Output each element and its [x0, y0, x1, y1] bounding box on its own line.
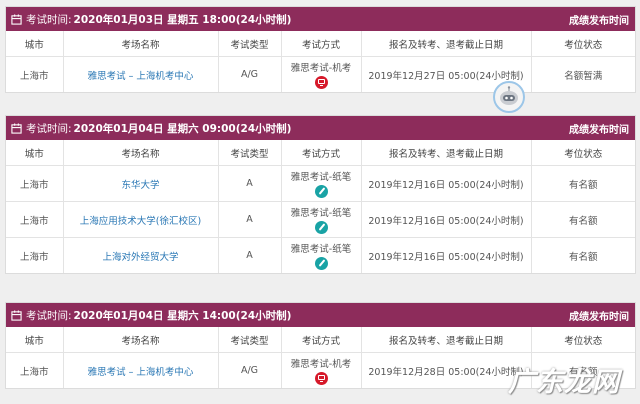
exam-session-1: 考试时间: 2020年01月03日 星期五 18:00(24小时制) 成绩发布时…: [5, 6, 636, 93]
result-release-link[interactable]: 成绩发布时间: [569, 308, 629, 323]
table-header-row: 城市 考场名称 考试类型 考试方式 报名及转考、退考截止日期 考位状态: [6, 327, 635, 353]
col-type: 考试类型: [218, 327, 282, 353]
deadline-cell: 2019年12月16日 05:00(24小时制): [361, 237, 532, 273]
status-cell: 有名额: [531, 201, 635, 238]
col-type: 考试类型: [218, 140, 282, 166]
status-cell: 有名额: [568, 251, 598, 263]
city-cell: 上海市: [6, 201, 64, 238]
session-table: 城市 考场名称 考试类型 考试方式 报名及转考、退考截止日期 考位状态 上海市 …: [6, 140, 635, 273]
exam-session-2: 考试时间: 2020年01月04日 星期六 09:00(24小时制) 成绩发布时…: [5, 115, 636, 274]
computer-icon: [314, 75, 328, 89]
mode-text: 雅思考试-纸笔: [290, 171, 352, 183]
col-status: 考位状态: [531, 140, 635, 166]
table-row: 上海市 上海应用技术大学(徐汇校区) A 雅思考试-纸笔 2019年12月16日…: [6, 201, 635, 238]
col-city: 城市: [6, 327, 64, 353]
table-row: 上海市 雅思考试 – 上海机考中心 A/G 雅思考试-机考 2019年12月27…: [6, 56, 635, 92]
computer-icon: [314, 371, 328, 385]
mode-text: 雅思考试-纸笔: [290, 207, 352, 219]
type-cell: A: [218, 201, 282, 238]
venue-link[interactable]: 上海对外经贸大学: [102, 252, 178, 263]
deadline-cell: 2019年12月16日 05:00(24小时制): [361, 201, 532, 238]
col-mode: 考试方式: [281, 327, 362, 353]
type-cell: A: [218, 237, 282, 273]
mode-text: 雅思考试-机考: [290, 358, 352, 370]
exam-time: 2020年01月04日 星期六 09:00(24小时制): [73, 122, 292, 135]
col-venue: 考场名称: [63, 31, 219, 57]
city-cell: 上海市: [6, 165, 64, 202]
col-city: 城市: [6, 140, 64, 166]
session-header: 考试时间: 2020年01月04日 星期六 14:00(24小时制) 成绩发布时…: [6, 303, 635, 327]
col-status: 考位状态: [531, 327, 635, 353]
col-status: 考位状态: [531, 31, 635, 57]
col-deadline: 报名及转考、退考截止日期: [361, 31, 532, 57]
col-mode: 考试方式: [281, 140, 362, 166]
type-cell: A/G: [218, 352, 282, 388]
mode-cell: 雅思考试-纸笔: [281, 237, 362, 273]
session-table: 城市 考场名称 考试类型 考试方式 报名及转考、退考截止日期 考位状态 上海市 …: [6, 31, 635, 92]
time-label: 考试时间:: [26, 309, 72, 322]
table-row: 上海市 东华大学 A 雅思考试-纸笔 2019年12月16日 05:00(24小…: [6, 165, 635, 202]
mode-cell: 雅思考试-纸笔: [281, 165, 362, 202]
col-venue: 考场名称: [63, 140, 219, 166]
col-venue: 考场名称: [63, 327, 219, 353]
robot-face-icon: [500, 86, 518, 105]
mode-text: 雅思考试-机考: [290, 62, 352, 74]
col-deadline: 报名及转考、退考截止日期: [361, 327, 532, 353]
deadline-cell: 2019年12月28日 05:00(24小时制): [361, 352, 532, 388]
calendar-icon: [11, 122, 22, 134]
pen-icon: [314, 256, 328, 270]
session-header: 考试时间: 2020年01月04日 星期六 09:00(24小时制) 成绩发布时…: [6, 116, 635, 140]
pen-icon: [314, 220, 328, 234]
session-header: 考试时间: 2020年01月03日 星期五 18:00(24小时制) 成绩发布时…: [6, 7, 635, 31]
venue-link[interactable]: 上海应用技术大学(徐汇校区): [80, 216, 201, 227]
type-cell: A: [218, 165, 282, 202]
exam-time: 2020年01月03日 星期五 18:00(24小时制): [73, 13, 292, 26]
exam-time: 2020年01月04日 星期六 14:00(24小时制): [73, 309, 292, 322]
mode-cell: 雅思考试-纸笔: [281, 201, 362, 238]
mode-text: 雅思考试-纸笔: [290, 243, 352, 255]
venue-link[interactable]: 雅思考试 – 上海机考中心: [88, 71, 194, 82]
deadline-cell: 2019年12月16日 05:00(24小时制): [361, 165, 532, 202]
calendar-icon: [11, 309, 22, 321]
time-label: 考试时间:: [26, 13, 72, 26]
city-cell: 上海市: [6, 237, 64, 273]
result-release-link[interactable]: 成绩发布时间: [569, 12, 629, 27]
chat-robot-icon[interactable]: [493, 81, 525, 113]
col-deadline: 报名及转考、退考截止日期: [361, 140, 532, 166]
venue-link[interactable]: 雅思考试 – 上海机考中心: [88, 367, 194, 378]
table-header-row: 城市 考场名称 考试类型 考试方式 报名及转考、退考截止日期 考位状态: [6, 140, 635, 166]
city-cell: 上海市: [6, 352, 64, 388]
watermark: 广东龙网: [508, 367, 620, 398]
status-cell: 有名额: [531, 165, 635, 202]
mode-cell: 雅思考试-机考: [281, 352, 362, 388]
type-cell: A/G: [218, 56, 282, 92]
status-cell: 名额暂满: [564, 70, 603, 82]
col-city: 城市: [6, 31, 64, 57]
calendar-icon: [11, 13, 22, 25]
table-row: 上海市 上海对外经贸大学 A 雅思考试-纸笔 2019年12月16日 05:00…: [6, 237, 635, 273]
city-cell: 上海市: [6, 56, 64, 92]
mode-cell: 雅思考试-机考: [281, 56, 362, 92]
col-type: 考试类型: [218, 31, 282, 57]
col-mode: 考试方式: [281, 31, 362, 57]
pen-icon: [314, 184, 328, 198]
table-header-row: 城市 考场名称 考试类型 考试方式 报名及转考、退考截止日期 考位状态: [6, 31, 635, 57]
result-release-link[interactable]: 成绩发布时间: [569, 121, 629, 136]
time-label: 考试时间:: [26, 122, 72, 135]
venue-link[interactable]: 东华大学: [121, 180, 159, 191]
